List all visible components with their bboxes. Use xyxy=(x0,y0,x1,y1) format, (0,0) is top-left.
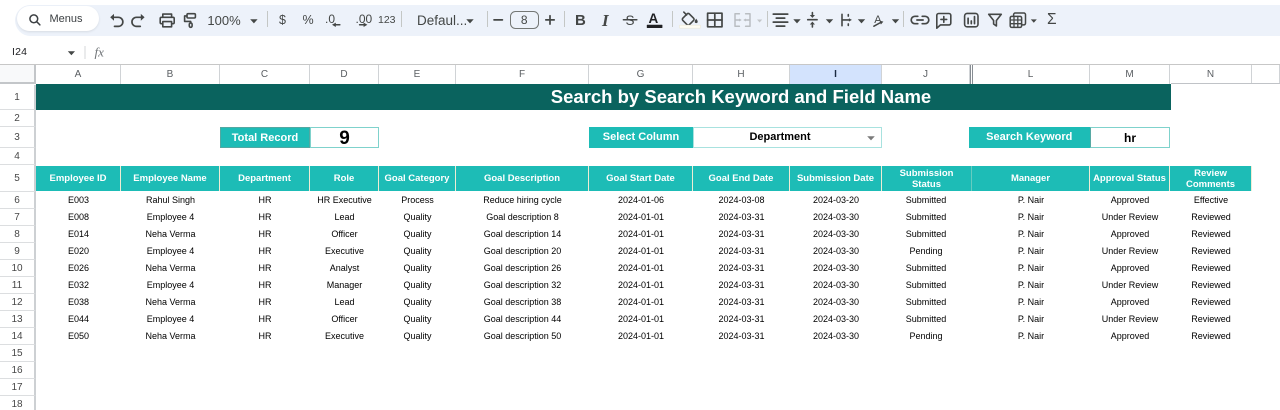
svg-text:fx: fx xyxy=(95,45,105,60)
